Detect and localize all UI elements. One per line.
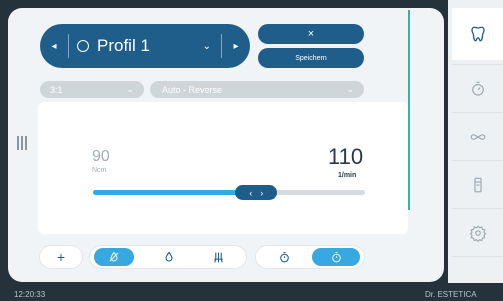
clock: 12:20:33 <box>14 290 46 299</box>
tooth-tab[interactable] <box>452 8 503 60</box>
settings-tab[interactable] <box>452 208 503 257</box>
stopwatch-icon <box>471 81 484 96</box>
chevron-down-icon: ⌄ <box>126 84 134 94</box>
loop-tab[interactable] <box>452 112 503 161</box>
profile-selector[interactable]: ◂ Profil 1 ⌄ ▸ <box>40 24 250 68</box>
light-button[interactable] <box>198 248 238 266</box>
rail-empty-slot <box>452 256 503 284</box>
save-button[interactable]: Speichern <box>258 48 364 68</box>
light-icon <box>213 252 223 263</box>
position-indicator-line <box>408 10 410 210</box>
timer-tab[interactable] <box>452 64 503 113</box>
no-spray-button[interactable] <box>94 248 134 266</box>
divider <box>68 34 69 58</box>
gear-icon <box>469 225 486 242</box>
profile-name: Profil 1 <box>97 36 150 55</box>
torque-unit: Ncm <box>92 167 107 174</box>
torque-value: 90 <box>92 148 110 165</box>
drop-off-icon <box>109 251 119 262</box>
speed-slider-handle[interactable]: ‹ › <box>235 185 278 200</box>
ratio-select[interactable]: 3:1 ⌄ <box>40 81 144 98</box>
handpiece-icon <box>473 177 482 193</box>
profile-status-icon <box>77 40 89 52</box>
forward-button[interactable] <box>312 248 360 266</box>
speed-slider-fill <box>93 190 257 195</box>
chevron-right-icon: › <box>260 187 264 198</box>
drop-icon <box>165 251 173 262</box>
chevron-down-icon[interactable]: ⌄ <box>203 41 211 52</box>
rotation-group <box>256 246 364 268</box>
chevron-left-icon: ‹ <box>249 187 253 198</box>
infinity-icon <box>470 134 485 140</box>
reverse-button[interactable] <box>262 248 306 266</box>
drag-handle-icon[interactable] <box>17 136 27 150</box>
ratio-value: 3:1 <box>50 84 63 95</box>
mode-value: Auto - Reverse <box>162 84 223 95</box>
speed-unit: 1/min <box>338 172 357 179</box>
chevron-left-icon[interactable]: ◂ <box>40 41 68 52</box>
handpiece-tab[interactable] <box>452 160 503 209</box>
mode-select[interactable]: Auto - Reverse ⌄ <box>150 81 364 98</box>
chevron-right-icon[interactable]: ▸ <box>222 41 250 52</box>
tooth-icon <box>470 26 485 42</box>
chevron-down-icon: ⌄ <box>346 84 354 94</box>
close-button[interactable]: × <box>258 24 364 44</box>
spray-button[interactable] <box>150 248 188 266</box>
user-name: Dr. ESTETICA <box>425 290 477 299</box>
speed-value: 110 <box>328 144 364 169</box>
irrigation-group <box>90 246 246 268</box>
timer-icon <box>331 251 341 262</box>
timer-icon <box>279 251 289 262</box>
add-button[interactable]: + <box>40 246 82 268</box>
